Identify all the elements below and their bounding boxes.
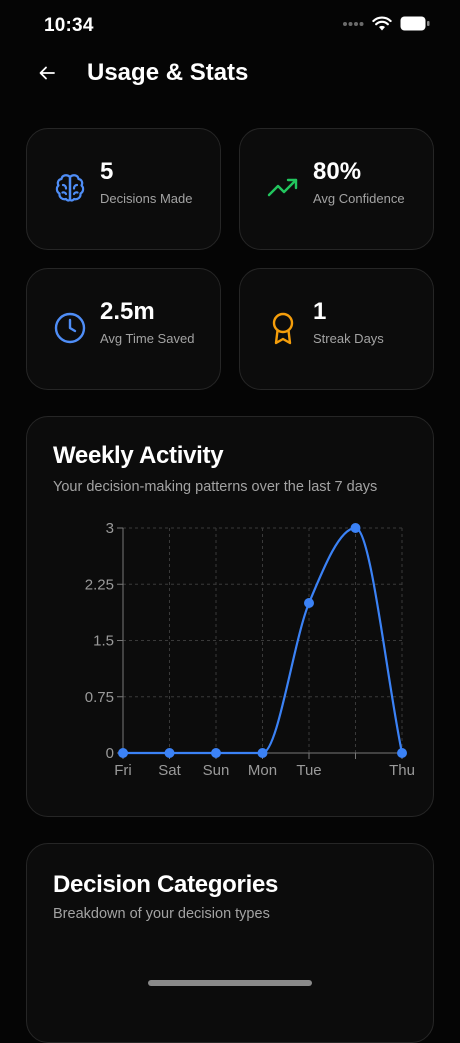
stat-label: Avg Confidence xyxy=(313,191,405,206)
wifi-icon xyxy=(372,16,392,31)
stat-value: 80% xyxy=(313,158,362,185)
stat-card-confidence: 80% Avg Confidence xyxy=(239,128,434,250)
stat-label: Decisions Made xyxy=(100,191,193,206)
chart-y-tick-label: 2.25 xyxy=(85,576,114,593)
chart-x-tick-label: Fri xyxy=(114,762,132,779)
decision-categories-title: Decision Categories xyxy=(53,871,279,898)
chart-x-tick-label: Tue xyxy=(296,762,321,779)
brain-icon xyxy=(55,174,85,202)
trending-up-icon xyxy=(267,178,298,197)
chart-data-point xyxy=(211,748,221,758)
stat-value: 2.5m xyxy=(100,298,155,325)
chart-data-point xyxy=(257,748,268,758)
header: Usage & Stats xyxy=(0,52,460,96)
clock-icon xyxy=(54,312,86,344)
status-time: 10:34 xyxy=(44,15,94,36)
back-button[interactable] xyxy=(34,60,60,86)
weekly-activity-card: Weekly Activity Your decision-making pat… xyxy=(26,416,434,817)
signal-icon xyxy=(343,21,364,26)
stat-label: Streak Days xyxy=(313,331,384,346)
chart-y-tick-label: 1.5 xyxy=(93,633,114,650)
status-icons xyxy=(342,16,430,31)
chart-y-tick-label: 0.75 xyxy=(85,689,114,706)
stat-value: 1 xyxy=(313,298,327,325)
decision-categories-card: Decision Categories Breakdown of your de… xyxy=(26,843,434,1043)
chart-data-point xyxy=(164,748,175,758)
chart-x-tick-label: Thu xyxy=(389,762,415,779)
arrow-left-icon xyxy=(39,66,55,80)
award-icon xyxy=(272,312,294,345)
chart-y-tick-label: 0 xyxy=(106,745,114,762)
weekly-activity-chart: 0 0.75 1.5 2.25 3 Fri Sat Sun Mon Tue Thu xyxy=(85,520,415,779)
stat-card-decisions: 5 Decisions Made xyxy=(26,128,221,250)
chart-data-point xyxy=(397,748,407,758)
decision-categories-subtitle: Breakdown of your decision types xyxy=(53,906,270,922)
status-bar: 10:34 xyxy=(0,0,460,52)
chart-data-point xyxy=(118,748,128,758)
chart-y-tick-label: 3 xyxy=(106,520,114,537)
chart-x-tick-label: Sat xyxy=(158,762,181,779)
stat-card-streak: 1 Streak Days xyxy=(239,268,434,390)
chart-x-tick-label: Sun xyxy=(203,762,230,779)
stat-value: 5 xyxy=(100,158,114,185)
chart-data-point xyxy=(350,523,361,533)
home-indicator xyxy=(148,980,312,986)
battery-icon xyxy=(400,16,430,31)
stat-label: Avg Time Saved xyxy=(100,331,195,346)
page-title: Usage & Stats xyxy=(87,59,249,86)
stat-card-time-saved: 2.5m Avg Time Saved xyxy=(26,268,221,390)
chart-x-tick-label: Mon xyxy=(248,762,277,779)
chart-data-point xyxy=(304,598,314,608)
